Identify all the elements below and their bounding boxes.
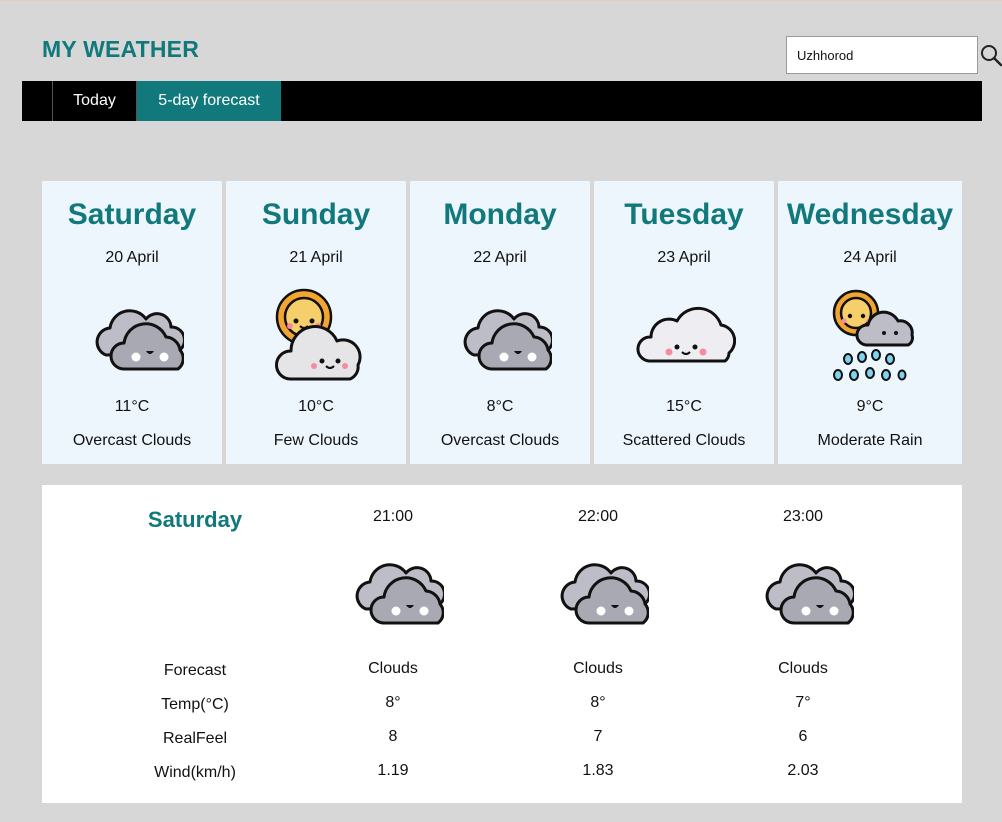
tab-5-day-forecast[interactable]: 5-day forecast	[137, 81, 281, 121]
app-logo: MY WEATHER	[42, 36, 200, 62]
day-temp: 10°C	[298, 398, 334, 415]
row-label-wind: Wind(km/h)	[154, 764, 236, 781]
hour-forecast: Clouds	[368, 660, 418, 677]
day-card-monday[interactable]: Monday 22 April 8°C Overcast Clouds	[410, 181, 590, 464]
hour-realfeel: 8	[388, 728, 398, 745]
hour-forecast: Clouds	[573, 660, 623, 677]
hour-temp: 8°	[590, 694, 606, 711]
day-date: 22 April	[473, 249, 527, 266]
day-date: 21 April	[289, 249, 343, 266]
hour-wind: 1.19	[377, 762, 409, 779]
top-border	[0, 0, 1002, 1]
hour-realfeel: 6	[798, 728, 808, 745]
day-description: Moderate Rain	[817, 432, 923, 449]
hour-temp: 8°	[385, 694, 401, 711]
day-name: Monday	[443, 198, 557, 231]
day-date: 24 April	[843, 249, 897, 266]
day-description: Scattered Clouds	[622, 432, 746, 449]
day-temp: 8°C	[486, 398, 514, 415]
day-card-wednesday[interactable]: Wednesday 24 April 9°C Moderate Rain	[778, 181, 962, 464]
day-card-saturday[interactable]: Saturday 20 April 11°C Overcast Clouds	[42, 181, 222, 464]
overcast-clouds-icon	[448, 279, 555, 383]
search-icon[interactable]	[980, 43, 1002, 67]
hour-column: 23:00 Clouds 7° 6 2.03	[723, 485, 883, 803]
day-name: Tuesday	[624, 198, 744, 231]
overcast-clouds-icon	[342, 551, 447, 627]
hour-wind: 2.03	[787, 762, 819, 779]
hour-time: 23:00	[782, 508, 824, 525]
day-description: Few Clouds	[273, 432, 359, 449]
day-description: Overcast Clouds	[72, 432, 192, 449]
hour-forecast: Clouds	[778, 660, 828, 677]
day-name: Sunday	[261, 198, 371, 231]
hour-column: 22:00 Clouds 8° 7 1.83	[518, 485, 678, 803]
selected-day-title: Saturday	[147, 507, 243, 532]
hour-wind: 1.83	[582, 762, 614, 779]
row-label-temp: Temp(°C)	[161, 696, 229, 713]
day-name: Saturday	[67, 198, 197, 231]
sun-rain-icon	[820, 279, 924, 383]
search-bar	[786, 36, 1002, 75]
day-description: Overcast Clouds	[440, 432, 560, 449]
overcast-clouds-icon	[80, 279, 187, 383]
hourly-forecast-panel: Saturday Forecast Temp(°C) RealFeel Wind…	[42, 485, 962, 803]
scattered-clouds-icon	[632, 279, 737, 383]
hour-column: 21:00 Clouds 8° 8 1.19	[313, 485, 473, 803]
overcast-clouds-icon	[752, 551, 857, 627]
row-label-forecast: Forecast	[163, 662, 227, 679]
row-label-realfeel: RealFeel	[162, 730, 228, 747]
tab-today[interactable]: Today	[52, 81, 137, 121]
day-temp: 15°C	[666, 398, 702, 415]
day-temp: 11°C	[114, 398, 150, 415]
overcast-clouds-icon	[547, 551, 652, 627]
day-card-sunday[interactable]: Sunday 21 April 10°C Few Clouds	[226, 181, 406, 464]
hour-realfeel: 7	[593, 728, 603, 745]
day-date: 20 April	[105, 249, 159, 266]
hour-time: 22:00	[577, 508, 619, 525]
search-input[interactable]	[786, 36, 978, 74]
nav-bar: Today 5-day forecast	[22, 81, 982, 121]
day-name: Wednesday	[786, 198, 954, 231]
day-temp: 9°C	[856, 398, 884, 415]
hour-temp: 7°	[795, 694, 811, 711]
day-date: 23 April	[657, 249, 711, 266]
sun-cloud-icon	[264, 279, 368, 383]
day-card-tuesday[interactable]: Tuesday 23 April 15°C Scattered Clouds	[594, 181, 774, 464]
hour-time: 21:00	[372, 508, 414, 525]
